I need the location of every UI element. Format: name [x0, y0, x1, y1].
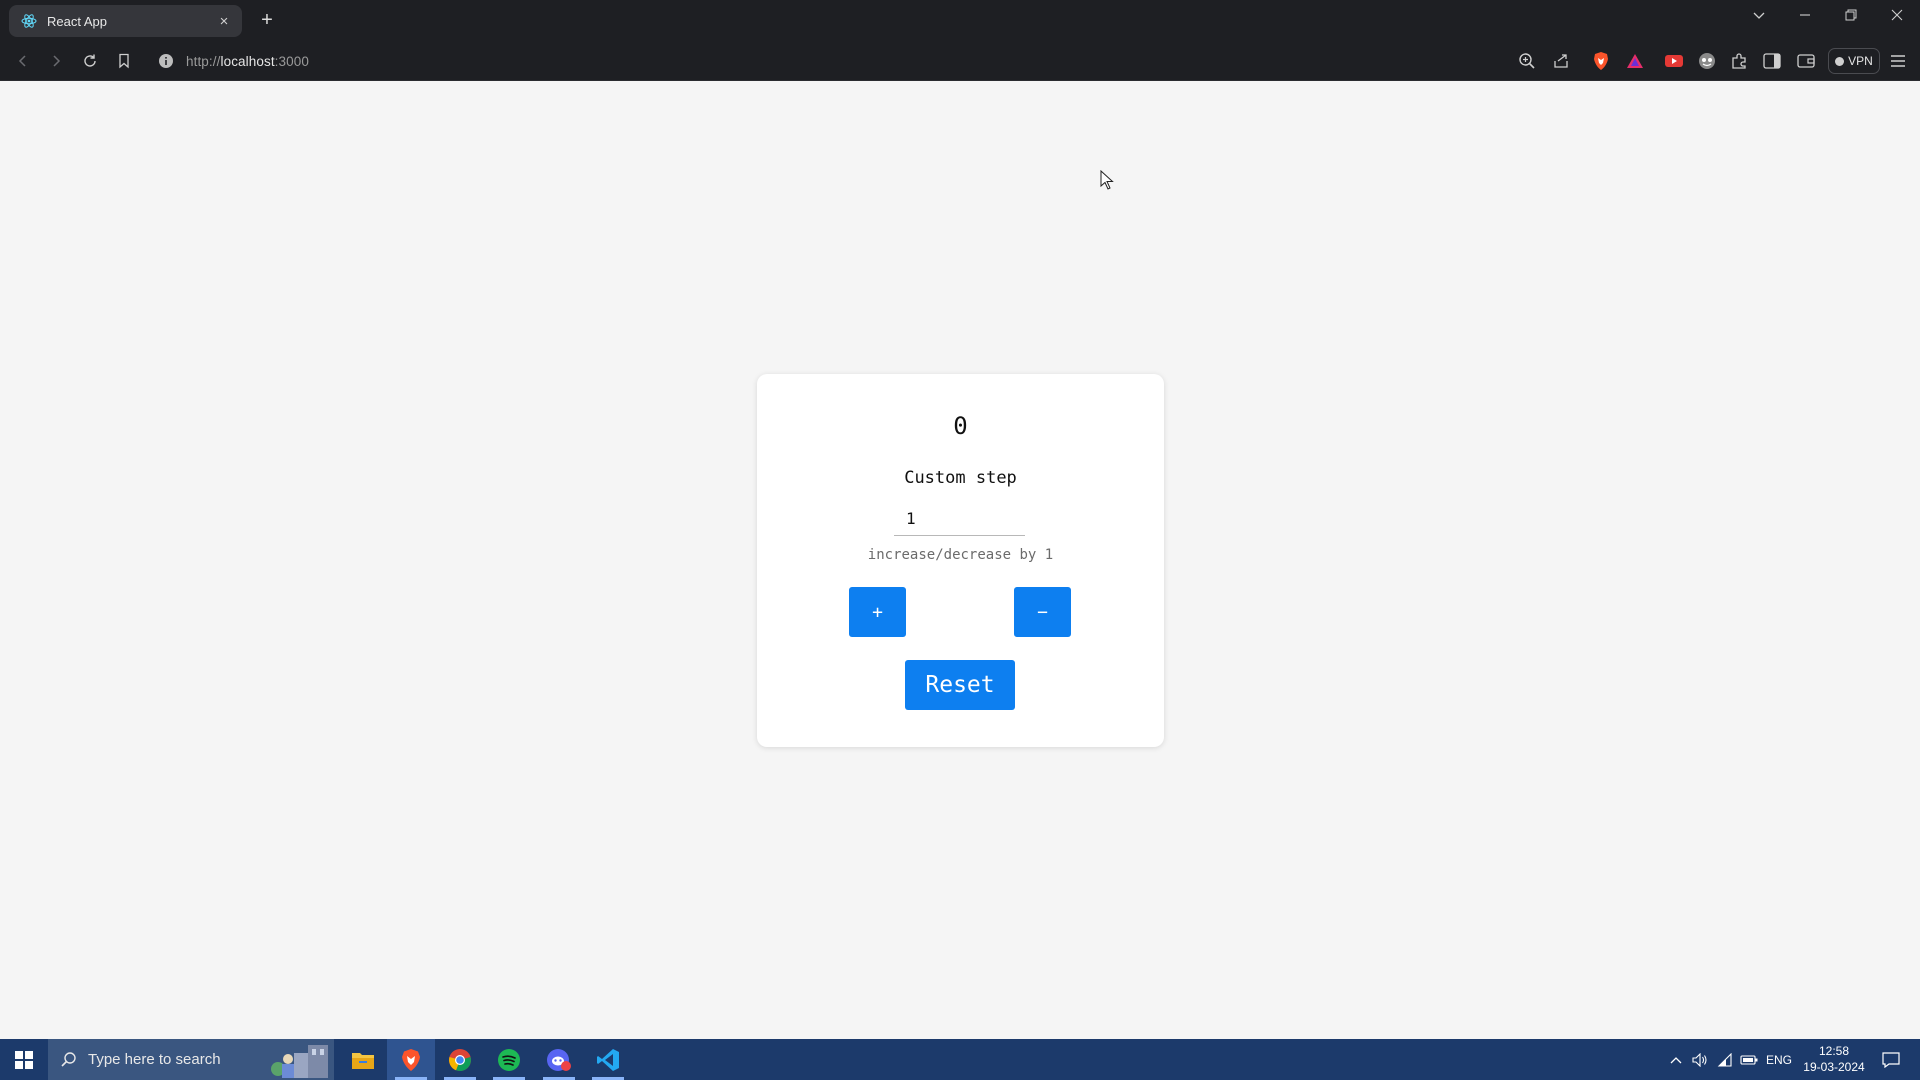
search-placeholder: Type here to search — [88, 1051, 221, 1068]
search-icon — [60, 1051, 78, 1069]
increment-button[interactable]: + — [849, 587, 906, 637]
counter-card: 0 Custom step increase/decrease by 1 + −… — [757, 374, 1164, 747]
menu-icon[interactable] — [1888, 51, 1908, 71]
battery-icon[interactable] — [1738, 1039, 1760, 1080]
react-logo-icon — [21, 13, 37, 29]
clock-date: 19-03-2024 — [1803, 1060, 1865, 1074]
language-indicator[interactable]: ENG — [1763, 1039, 1795, 1080]
youtube-extension-icon[interactable] — [1664, 51, 1684, 71]
brave-shields-icon[interactable] — [1591, 51, 1611, 71]
taskbar-search-box[interactable]: Type here to search — [48, 1039, 334, 1080]
custom-step-label: Custom step — [904, 468, 1017, 488]
tab-close-icon[interactable]: × — [216, 13, 232, 30]
tab-title: React App — [47, 13, 107, 29]
taskbar-spotify-icon[interactable] — [485, 1039, 533, 1080]
taskbar-vscode-icon[interactable] — [584, 1039, 632, 1080]
mouse-cursor-icon — [1100, 169, 1114, 190]
url-text: http://localhost:3000 — [186, 53, 309, 69]
browser-title-bar: React App × + — [0, 0, 1920, 41]
vpn-button[interactable]: VPN — [1828, 48, 1880, 74]
tab-search-chevron-icon[interactable] — [1736, 0, 1782, 30]
puzzle-extensions-icon[interactable] — [1729, 51, 1749, 71]
notifications-icon[interactable] — [1876, 1039, 1906, 1080]
vpn-label: VPN — [1848, 54, 1873, 68]
decrement-button[interactable]: − — [1014, 587, 1071, 637]
windows-taskbar: Type here to search ENG 12:58 19-03-2024 — [0, 1039, 1920, 1080]
wallet-icon[interactable] — [1796, 51, 1816, 71]
site-info-icon[interactable] — [158, 53, 174, 69]
address-bar[interactable]: http://localhost:3000 — [148, 46, 1598, 76]
zoom-icon[interactable] — [1517, 51, 1537, 71]
taskbar-chrome-icon[interactable] — [436, 1039, 484, 1080]
taskbar-file-explorer-icon[interactable] — [339, 1039, 387, 1080]
taskbar-discord-icon[interactable] — [535, 1039, 583, 1080]
taskbar-brave-icon[interactable] — [387, 1039, 435, 1080]
extension-icon[interactable] — [1697, 51, 1717, 71]
reset-button[interactable]: Reset — [905, 660, 1015, 710]
close-window-icon[interactable] — [1874, 0, 1920, 30]
bookmark-icon[interactable] — [112, 49, 136, 73]
tray-overflow-chevron-icon[interactable] — [1666, 1039, 1686, 1080]
reload-icon[interactable] — [78, 49, 102, 73]
taskbar-clock[interactable]: 12:58 19-03-2024 — [1800, 1043, 1868, 1075]
share-icon[interactable] — [1551, 51, 1571, 71]
windows-start-icon[interactable] — [0, 1039, 48, 1080]
new-tab-button[interactable]: + — [256, 9, 278, 31]
forward-icon[interactable] — [44, 49, 68, 73]
back-icon[interactable] — [11, 49, 35, 73]
vpn-status-icon — [1835, 56, 1845, 66]
browser-toolbar: http://localhost:3000 VPN — [0, 41, 1920, 81]
volume-icon[interactable] — [1689, 1039, 1711, 1080]
network-icon[interactable] — [1714, 1039, 1736, 1080]
step-input[interactable] — [894, 502, 1025, 536]
restore-icon[interactable] — [1828, 0, 1874, 30]
counter-value: 0 — [953, 412, 968, 440]
sidebar-icon[interactable] — [1762, 51, 1782, 71]
page-content: 0 Custom step increase/decrease by 1 + −… — [0, 81, 1920, 1039]
brave-rewards-icon[interactable] — [1625, 51, 1645, 71]
clock-time: 12:58 — [1818, 1044, 1850, 1058]
step-helper-text: increase/decrease by 1 — [867, 547, 1054, 563]
minimize-icon[interactable] — [1782, 0, 1828, 30]
tab-react-app[interactable]: React App × — [9, 5, 242, 37]
search-highlight-illustration-icon — [271, 1045, 328, 1078]
